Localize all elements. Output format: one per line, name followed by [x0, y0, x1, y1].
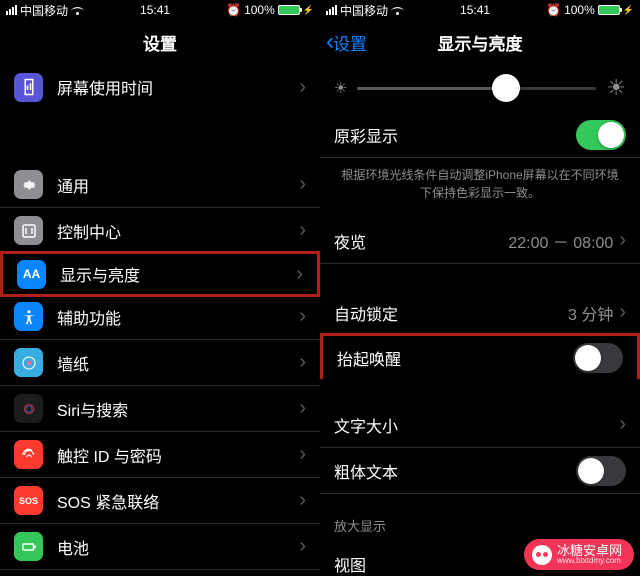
charging-icon: ⚡ — [303, 5, 314, 16]
settings-screen: 中国移动 15:41 ⏰100%⚡ 设置 屏幕使用时间›通用›控制中心›AA显示… — [0, 0, 320, 576]
status-time: 15:41 — [460, 3, 490, 17]
true-tone-label: 原彩显示 — [334, 123, 576, 147]
settings-row-SOS 紧急联络[interactable]: SOS SOS 紧急联络› — [0, 478, 320, 524]
chevron-right-icon: › — [299, 76, 306, 99]
true-tone-row[interactable]: 原彩显示 — [320, 112, 640, 158]
chevron-right-icon: › — [619, 413, 626, 436]
signal-icon — [6, 5, 17, 15]
settings-row-显示与亮度[interactable]: AA 显示与亮度› — [0, 251, 320, 297]
bold-text-switch[interactable] — [576, 456, 626, 486]
chevron-right-icon: › — [299, 305, 306, 328]
wifi-icon — [391, 6, 404, 15]
settings-row-通用[interactable]: 通用› — [0, 162, 320, 208]
row-label: 触控 ID 与密码 — [57, 443, 299, 467]
wifi-icon — [71, 6, 84, 15]
row-icon — [14, 302, 43, 331]
chevron-right-icon: › — [299, 443, 306, 466]
zoom-section-header: 放大显示 — [320, 494, 640, 541]
chevron-right-icon: › — [299, 489, 306, 512]
charging-icon: ⚡ — [623, 5, 634, 16]
settings-row-电池[interactable]: 电池› — [0, 524, 320, 570]
row-icon — [14, 170, 43, 199]
alarm-icon: ⏰ — [546, 3, 561, 17]
auto-lock-row[interactable]: 自动锁定 3 分钟 › — [320, 290, 640, 336]
raise-to-wake-switch[interactable] — [573, 343, 623, 373]
slider-track[interactable] — [357, 87, 596, 90]
sun-small-icon: ☀︎ — [334, 79, 347, 97]
settings-row-Siri与搜索[interactable]: Siri与搜索› — [0, 386, 320, 432]
row-label: 屏幕使用时间 — [57, 75, 299, 99]
raise-to-wake-row[interactable]: 抬起唤醒 — [320, 333, 640, 379]
row-icon — [14, 440, 43, 469]
chevron-right-icon: › — [299, 535, 306, 558]
watermark-icon — [532, 545, 552, 565]
row-label: 通用 — [57, 173, 299, 197]
page-title: 显示与亮度 — [438, 30, 523, 55]
auto-lock-label: 自动锁定 — [334, 301, 568, 325]
header: ‹设置 显示与亮度 — [320, 20, 640, 64]
chevron-right-icon: › — [299, 351, 306, 374]
chevron-right-icon: › — [299, 219, 306, 242]
settings-list: 屏幕使用时间›通用›控制中心›AA显示与亮度›辅助功能›墙纸›Siri与搜索›触… — [0, 64, 320, 576]
battery-pct: 100% — [244, 3, 275, 17]
bold-text-label: 粗体文本 — [334, 459, 576, 483]
chevron-right-icon: › — [619, 229, 626, 252]
settings-row-墙纸[interactable]: 墙纸› — [0, 340, 320, 386]
battery-icon — [278, 5, 300, 15]
row-icon — [14, 532, 43, 561]
row-label: 控制中心 — [57, 219, 299, 243]
display-brightness-screen: 中国移动 15:41 ⏰100% ⚡ ‹设置 显示与亮度 ☀︎ ☀︎ 原彩显示 根… — [320, 0, 640, 576]
true-tone-note: 根据环境光线条件自动调整iPhone屏幕以在不同环境下保持色彩显示一致。 — [320, 158, 640, 218]
brightness-slider[interactable]: ☀︎ ☀︎ — [320, 64, 640, 112]
row-icon: AA — [17, 260, 46, 289]
settings-row-触控 ID 与密码[interactable]: 触控 ID 与密码› — [0, 432, 320, 478]
chevron-right-icon: › — [619, 301, 626, 324]
text-size-row[interactable]: 文字大小 › — [320, 402, 640, 448]
status-time: 15:41 — [140, 3, 170, 17]
watermark: 冰糖安卓网 www.btxtdmy.com — [524, 539, 634, 570]
true-tone-switch[interactable] — [576, 120, 626, 150]
row-icon — [14, 216, 43, 245]
row-label: 墙纸 — [57, 351, 299, 375]
chevron-right-icon: › — [296, 263, 303, 286]
signal-icon — [326, 5, 337, 15]
row-icon: SOS — [14, 486, 43, 515]
chevron-right-icon: › — [299, 397, 306, 420]
battery-icon — [598, 5, 620, 15]
night-shift-detail: 22:00 － 08:00 — [508, 229, 613, 253]
slider-thumb[interactable] — [492, 74, 520, 102]
row-label: 显示与亮度 — [60, 262, 296, 286]
raise-to-wake-label: 抬起唤醒 — [337, 346, 573, 370]
battery-pct: 100% — [564, 3, 595, 17]
sun-large-icon: ☀︎ — [606, 75, 626, 101]
status-bar: 中国移动 15:41 ⏰100% ⚡ — [320, 0, 640, 20]
chevron-right-icon: › — [299, 173, 306, 196]
alarm-icon: ⏰ — [226, 3, 241, 17]
header: 设置 — [0, 20, 320, 64]
settings-row-屏幕使用时间[interactable]: 屏幕使用时间› — [0, 64, 320, 110]
row-icon — [14, 348, 43, 377]
status-bar: 中国移动 15:41 ⏰100% ⚡ — [0, 0, 320, 20]
row-label: SOS 紧急联络 — [57, 489, 299, 513]
row-icon — [14, 394, 43, 423]
settings-row-辅助功能[interactable]: 辅助功能› — [0, 294, 320, 340]
settings-row-隐私[interactable]: 隐私› — [0, 570, 320, 576]
bold-text-row[interactable]: 粗体文本 — [320, 448, 640, 494]
settings-row-控制中心[interactable]: 控制中心› — [0, 208, 320, 254]
carrier: 中国移动 — [20, 2, 68, 19]
row-label: 辅助功能 — [57, 305, 299, 329]
night-shift-row[interactable]: 夜览 22:00 － 08:00 › — [320, 218, 640, 264]
row-label: Siri与搜索 — [57, 397, 299, 421]
row-icon — [14, 73, 43, 102]
carrier: 中国移动 — [340, 2, 388, 19]
night-shift-label: 夜览 — [334, 229, 508, 253]
back-button[interactable]: ‹设置 — [326, 30, 367, 55]
text-size-label: 文字大小 — [334, 413, 619, 437]
auto-lock-detail: 3 分钟 — [568, 301, 613, 325]
page-title: 设置 — [143, 30, 177, 55]
row-label: 电池 — [57, 535, 299, 559]
